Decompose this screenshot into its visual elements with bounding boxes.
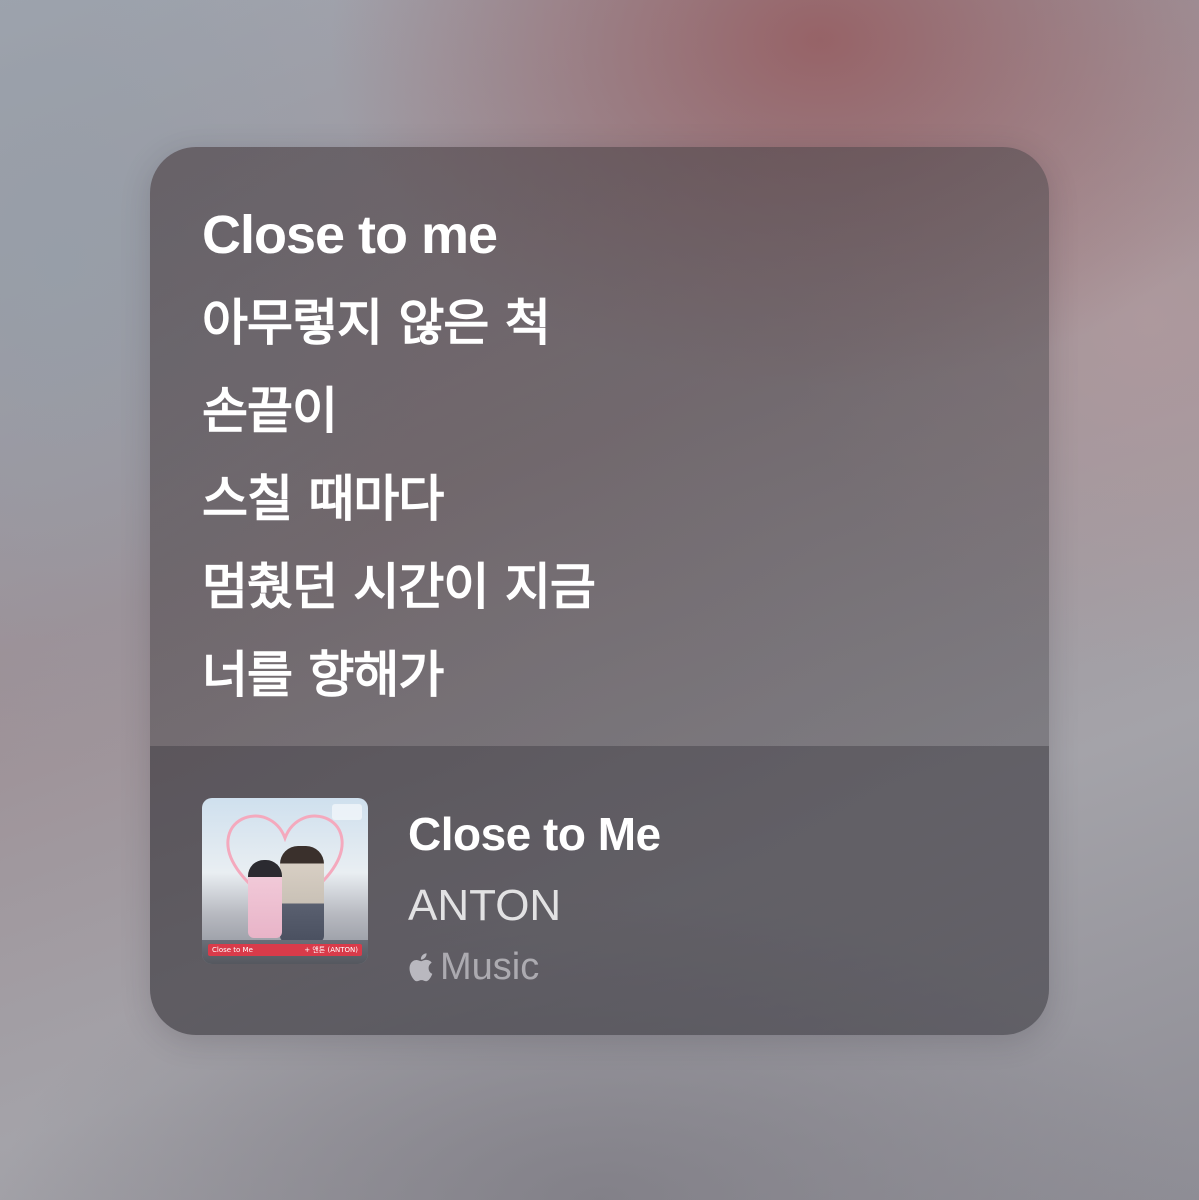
artwork-figure (248, 860, 282, 938)
lyrics-share-card: Close to me 아무렇지 않은 척 손끝이 스칠 때마다 멈췄던 시간이… (150, 147, 1049, 1035)
track-info-bar[interactable]: Close to Me + 앤톤 (ANTON) Close to Me ANT… (150, 746, 1049, 1035)
lyric-line: 너를 향해가 (202, 646, 444, 704)
track-artist: ANTON (408, 881, 562, 930)
lyrics-block: Close to me 아무렇지 않은 척 손끝이 스칠 때마다 멈췄던 시간이… (202, 191, 1009, 719)
lyric-line: 손끝이 (202, 382, 338, 440)
service-label: Music (440, 946, 540, 988)
lyric-line: Close to me (202, 205, 498, 265)
artwork-title-strip: Close to Me + 앤톤 (ANTON) (208, 944, 362, 956)
track-title: Close to Me (408, 808, 661, 860)
drama-logo (332, 804, 362, 820)
album-artwork[interactable]: Close to Me + 앤톤 (ANTON) (202, 798, 368, 964)
artwork-title-text: Close to Me (212, 946, 253, 954)
lyric-line: 아무렇지 않은 척 (202, 294, 551, 352)
apple-logo-icon (409, 953, 433, 982)
lyric-line: 멈췄던 시간이 지금 (202, 558, 596, 616)
artwork-figure (280, 846, 324, 942)
lyric-line: 스칠 때마다 (202, 470, 444, 528)
artwork-artist-text: + 앤톤 (ANTON) (304, 946, 358, 954)
apple-music-badge[interactable]: Music (408, 946, 539, 988)
